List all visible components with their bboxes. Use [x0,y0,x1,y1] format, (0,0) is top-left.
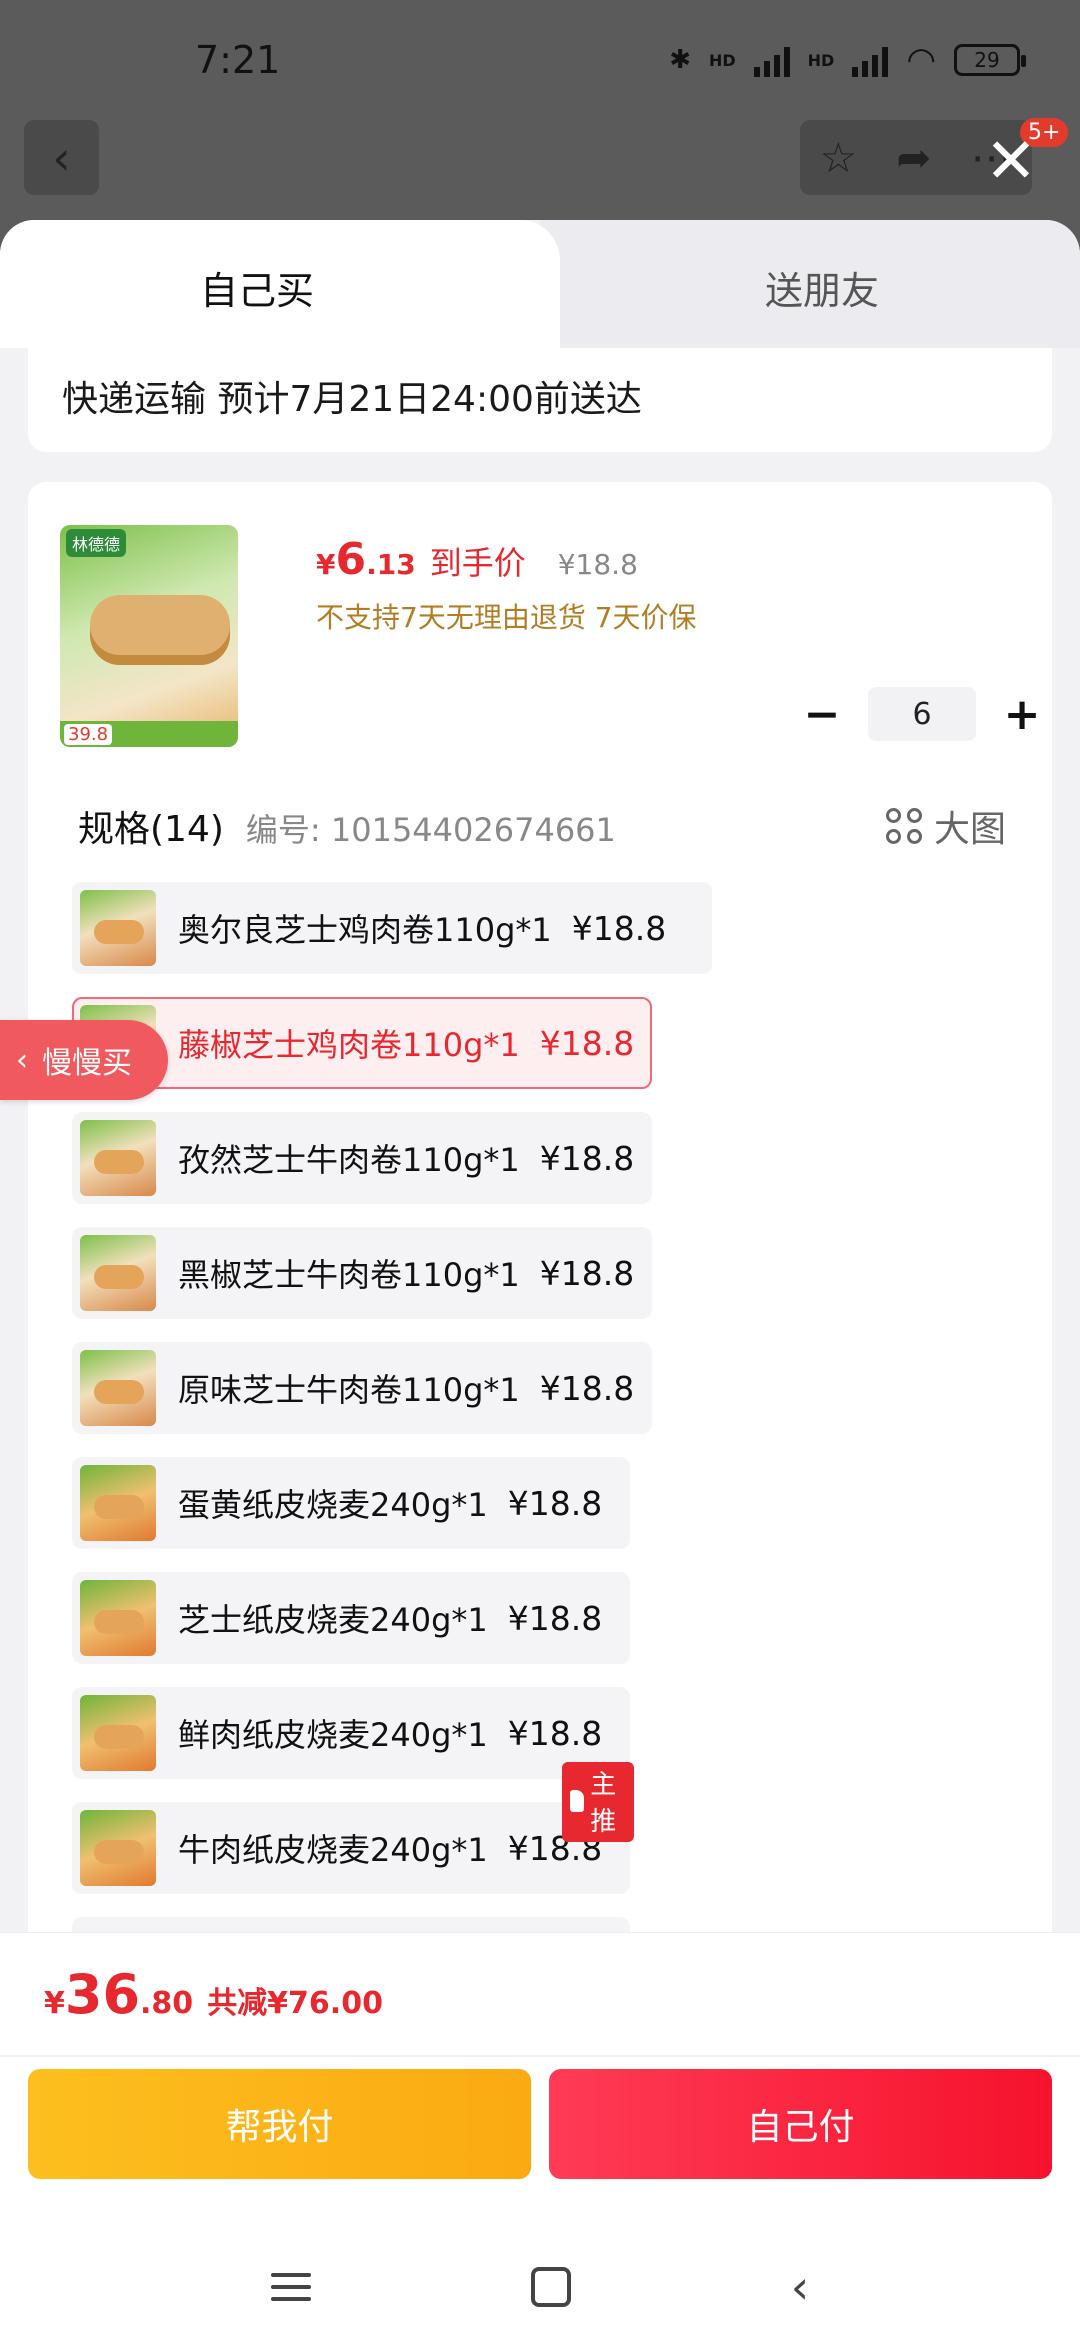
star-icon[interactable]: ☆ [820,133,858,182]
signal-icon-2 [852,43,889,77]
option-name: 孜然芝士牛肉卷110g*1 [178,1141,520,1179]
option-image [80,1350,156,1426]
chevron-left-icon: ‹ [16,1042,28,1078]
option-image [80,1580,156,1656]
spec-option[interactable]: 牛肉纸皮烧麦240g*1 ¥18.8 [72,1802,630,1894]
shipping-text: 快递运输 预计7月21日24:00前送达 [62,379,642,420]
chevron-left-icon: ‹ [52,130,71,185]
option-price: ¥18.8 [507,1483,603,1523]
option-image [80,1695,156,1771]
checkout-footer: ¥ 36 .80 共减¥76.00 帮我付 自己付 ‹ [0,1932,1080,2340]
option-name: 芝士纸皮烧麦240g*1 [178,1601,488,1639]
system-nav-bar: ‹ [0,2233,1080,2340]
option-image [80,1235,156,1311]
big-picture-label: 大图 [934,809,1007,850]
total-saving: 共减¥76.00 [207,1986,383,2021]
spec-option[interactable]: 鲜肉纸皮烧麦240g*1 ¥18.8 [72,1687,630,1779]
featured-badge-label: 主推 [590,1770,617,1837]
original-price: ¥18.8 [557,548,638,581]
home-icon[interactable] [530,2267,571,2307]
spec-option[interactable]: 孜然芝士牛肉卷110g*1 ¥18.8 [72,1112,652,1204]
self-pay-button[interactable]: 自己付 [549,2069,1052,2179]
slow-buy-label: 慢慢买 [42,1046,132,1081]
tab-gift-friend-label: 送朋友 [765,269,880,313]
option-name: 黑椒芝士牛肉卷110g*1 [178,1256,520,1294]
image-price: 39.8 [64,724,113,745]
option-image [80,890,156,966]
tab-bar: 送朋友 自己买 [0,220,1080,348]
final-price: ¥6.13 [316,534,416,585]
price-integer: 6 [335,534,367,585]
wifi-icon: ◠ [906,40,936,80]
increment-button[interactable]: + [998,689,1046,740]
product-image[interactable]: 林德德 39.8 [60,525,238,747]
menu-icon[interactable] [270,2273,311,2301]
option-price: ¥18.8 [571,908,667,948]
option-name: 鲜肉纸皮烧麦240g*1 [178,1716,488,1754]
battery-level: 29 [974,48,1000,72]
option-image [80,1120,156,1196]
option-price: ¥18.8 [539,1138,635,1178]
status-icons: ✱ HD HD ◠ 29 [669,40,1026,80]
food-illustration [90,595,230,665]
option-price: ¥18.8 [539,1023,635,1063]
spec-header: 规格(14) 编号: 10154402674661 [78,800,616,852]
option-price: ¥18.8 [539,1368,635,1408]
price-currency: ¥ [316,548,336,581]
spec-option[interactable]: 黑椒芝士牛肉卷110g*1 ¥18.8 [72,1227,652,1319]
back-nav-icon[interactable]: ‹ [791,2260,809,2314]
slow-buy-tab[interactable]: ‹ 慢慢买 [0,1020,168,1100]
featured-badge: 主推 [562,1762,635,1842]
big-picture-button[interactable]: 大图 [886,800,1006,852]
back-button[interactable]: ‹ [24,120,99,195]
final-price-label: 到手价 [429,544,526,582]
close-icon[interactable]: ✕ [985,130,1037,192]
quantity-value[interactable]: 6 [868,687,976,741]
option-name: 藤椒芝士鸡肉卷110g*1 [178,1026,520,1064]
shipping-info: 快递运输 预计7月21日24:00前送达 [28,348,1052,452]
help-pay-button[interactable]: 帮我付 [28,2069,531,2179]
network-label-2: HD [807,50,835,70]
return-policy: 不支持7天无理由退货 7天价保 [316,601,697,634]
option-name: 牛肉纸皮烧麦240g*1 [178,1831,488,1869]
thumbs-up-icon [570,1790,585,1812]
quantity-stepper: − 6 + [798,687,1046,741]
total-price: ¥ 36 .80 共减¥76.00 [44,1963,383,2026]
option-price: ¥18.8 [507,1713,603,1753]
footer-divider [0,2055,1080,2057]
network-label-1: HD [708,50,736,70]
total-currency: ¥ [44,1986,65,2021]
sku-number: 编号: 10154402674661 [245,811,616,849]
option-image [80,1465,156,1541]
option-price: ¥18.8 [539,1253,635,1293]
tab-self-buy-label: 自己买 [200,269,315,313]
battery-icon: 29 [954,44,1026,76]
product-card: 林德德 39.8 ¥6.13 到手价 ¥18.8 不支持7天无理由退货 7天价保… [28,482,1052,2182]
option-name: 蛋黄纸皮烧麦240g*1 [178,1486,488,1524]
tab-self-buy[interactable]: 自己买 [0,220,560,348]
signal-icon [753,43,790,77]
option-name: 原味芝士牛肉卷110g*1 [178,1371,520,1409]
price-decimal: .13 [366,548,416,581]
bluetooth-icon: ✱ [669,45,691,75]
total-integer: 36 [64,1963,141,2026]
spec-option[interactable]: 芝士纸皮烧麦240g*1 ¥18.8 [72,1572,630,1664]
price-row: ¥6.13 到手价 ¥18.8 [316,534,638,585]
grid-icon [886,808,922,844]
decrement-button[interactable]: − [798,689,846,740]
spec-option[interactable]: 原味芝士牛肉卷110g*1 ¥18.8 [72,1342,652,1434]
brand-logo: 林德德 [66,529,127,557]
total-decimal: .80 [140,1986,194,2021]
option-image [80,1810,156,1886]
option-name: 奥尔良芝士鸡肉卷110g*1 [178,911,552,949]
spec-title: 规格(14) [78,809,224,850]
share-icon[interactable]: ➦ [896,133,931,182]
tab-gift-friend[interactable]: 送朋友 [540,220,1080,348]
status-time: 7:21 [195,38,281,82]
spec-option[interactable]: 奥尔良芝士鸡肉卷110g*1 ¥18.8 [72,882,712,974]
option-price: ¥18.8 [507,1598,603,1638]
spec-option[interactable]: 蛋黄纸皮烧麦240g*1 ¥18.8 [72,1457,630,1549]
